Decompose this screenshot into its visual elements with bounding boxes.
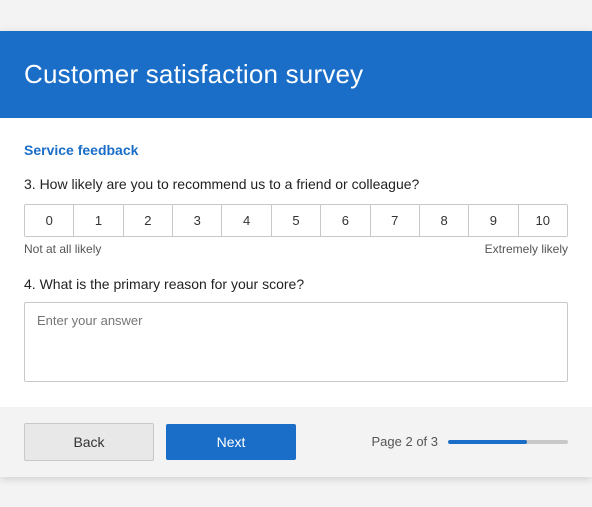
likert-cell[interactable]: 10 bbox=[519, 205, 567, 236]
likert-cell[interactable]: 7 bbox=[371, 205, 420, 236]
likert-cell[interactable]: 5 bbox=[272, 205, 321, 236]
likert-cell[interactable]: 0 bbox=[25, 205, 74, 236]
progress-bar-fill bbox=[448, 440, 527, 444]
likert-cell[interactable]: 8 bbox=[420, 205, 469, 236]
likert-cell[interactable]: 1 bbox=[74, 205, 123, 236]
survey-title: Customer satisfaction survey bbox=[24, 59, 568, 90]
next-button[interactable]: Next bbox=[166, 424, 296, 460]
likert-labels: Not at all likely Extremely likely bbox=[24, 242, 568, 256]
likert-label-low: Not at all likely bbox=[24, 242, 101, 256]
likert-label-high: Extremely likely bbox=[485, 242, 568, 256]
survey-container: Customer satisfaction survey Service fee… bbox=[0, 31, 592, 477]
likert-cell[interactable]: 9 bbox=[469, 205, 518, 236]
likert-wrapper: 012345678910 Not at all likely Extremely… bbox=[24, 204, 568, 256]
page-label: Page 2 of 3 bbox=[372, 434, 439, 449]
likert-cell[interactable]: 2 bbox=[124, 205, 173, 236]
back-button[interactable]: Back bbox=[24, 423, 154, 461]
survey-footer: Back Next Page 2 of 3 bbox=[0, 407, 592, 477]
likert-cell[interactable]: 4 bbox=[222, 205, 271, 236]
question-4-label: 4. What is the primary reason for your s… bbox=[24, 276, 568, 292]
progress-bar-background bbox=[448, 440, 568, 444]
likert-cell[interactable]: 3 bbox=[173, 205, 222, 236]
section-title: Service feedback bbox=[24, 142, 568, 158]
survey-header: Customer satisfaction survey bbox=[0, 31, 592, 118]
likert-scale: 012345678910 bbox=[24, 204, 568, 237]
page-indicator: Page 2 of 3 bbox=[308, 434, 568, 449]
answer-textarea[interactable] bbox=[24, 302, 568, 382]
survey-body: Service feedback 3. How likely are you t… bbox=[0, 118, 592, 387]
likert-cell[interactable]: 6 bbox=[321, 205, 370, 236]
question-3-label: 3. How likely are you to recommend us to… bbox=[24, 176, 568, 192]
